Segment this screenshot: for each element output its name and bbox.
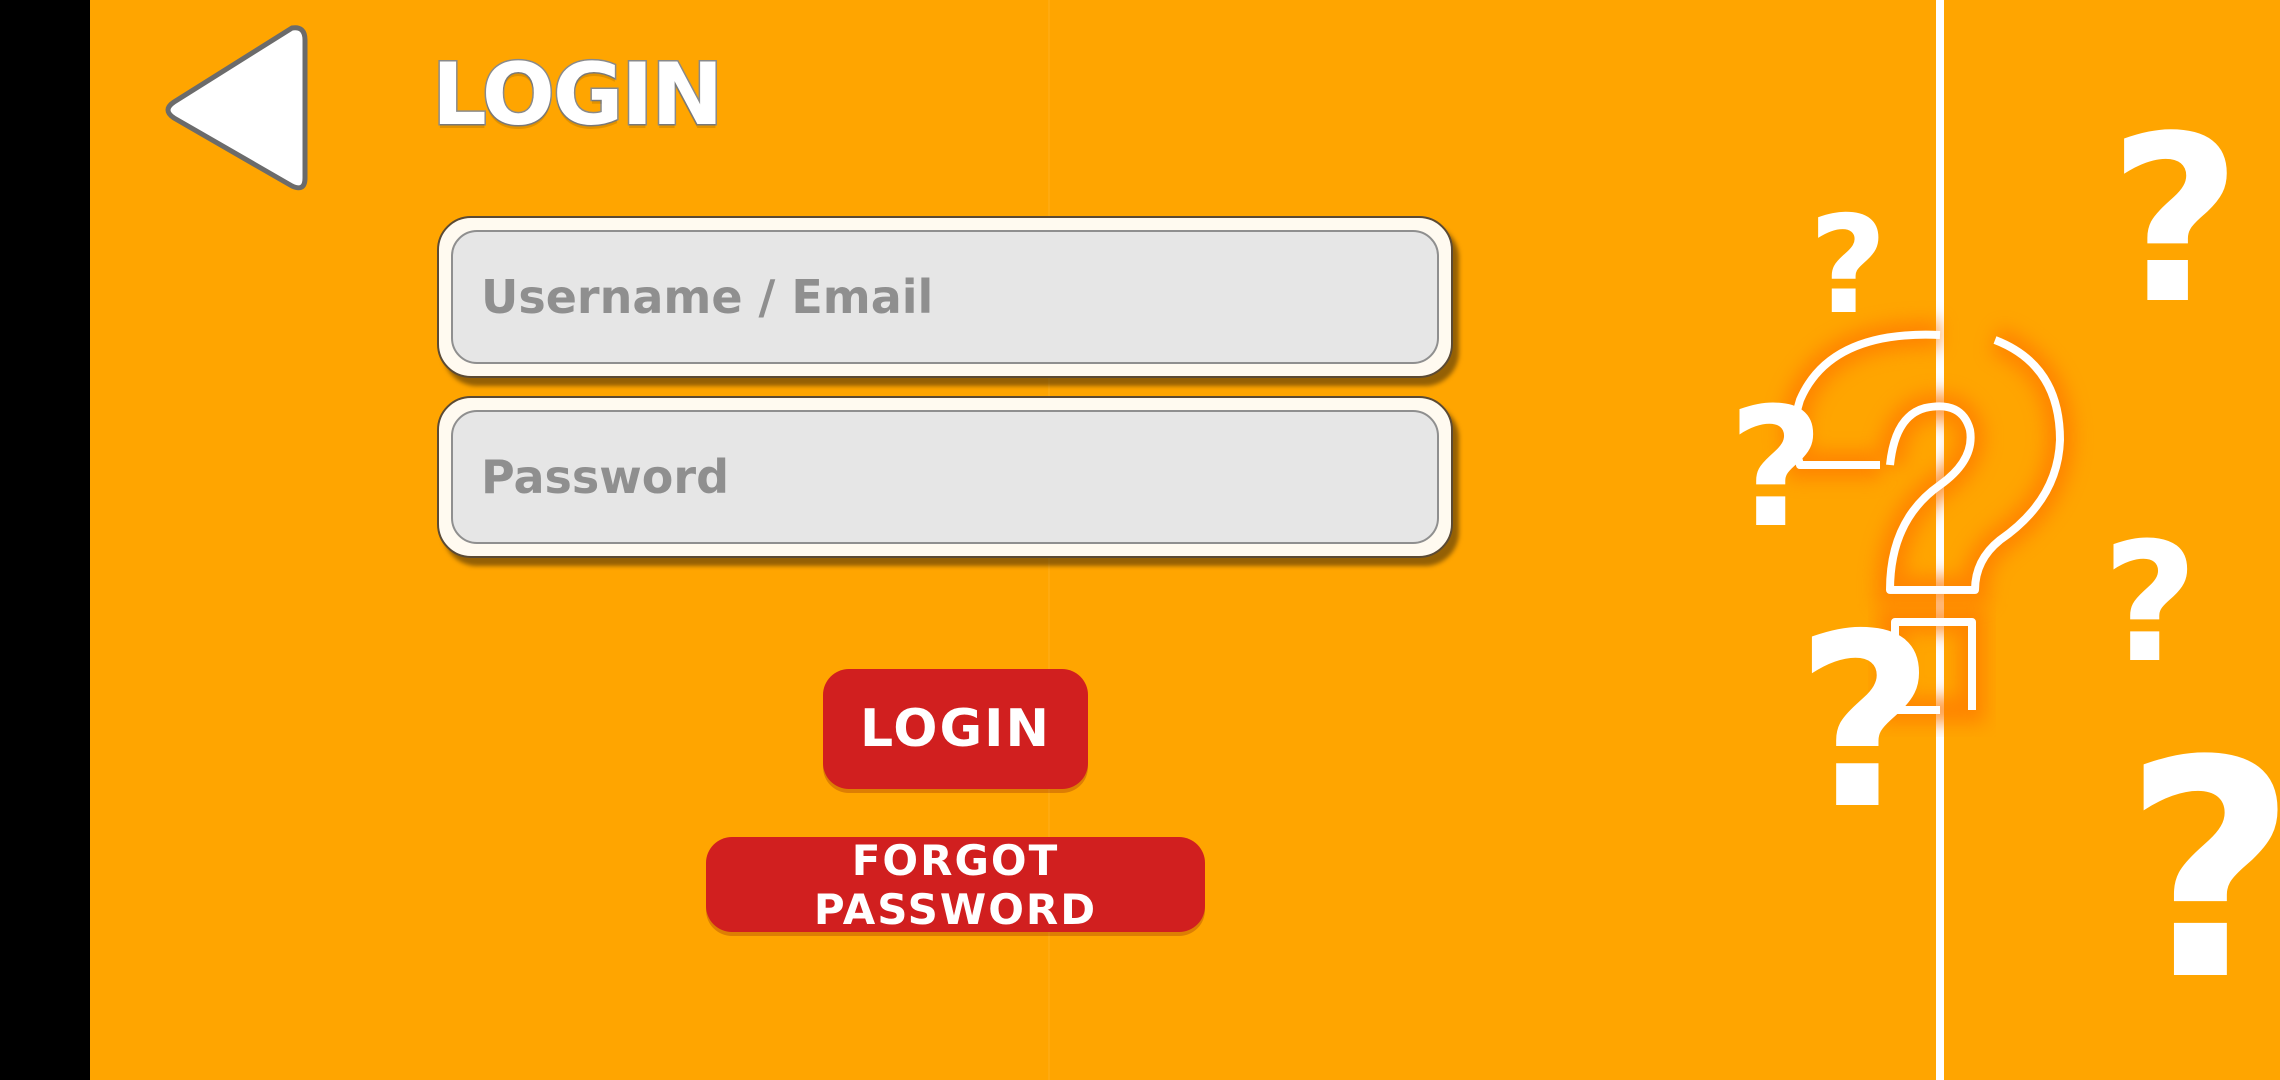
login-stage: LOGIN LOGIN FORGOT PASSWORD <box>90 0 2280 1080</box>
login-button[interactable]: LOGIN <box>823 669 1088 789</box>
question-mark-icon: ? <box>2108 88 2241 355</box>
back-button[interactable] <box>160 18 310 198</box>
question-mark-icon: ? ? ? ? ? ? <box>1728 0 2280 1080</box>
left-black-bar <box>0 0 90 1080</box>
question-mark-decoration: ? ? ? ? ? ? <box>1590 0 2280 1080</box>
question-mark-icon: ? <box>1795 582 1934 862</box>
triangle-back-icon <box>165 25 308 191</box>
question-mark-icon: ? <box>2102 507 2198 699</box>
question-mark-icon: ? <box>2123 697 2280 1046</box>
password-field-frame <box>437 396 1453 558</box>
password-input[interactable] <box>453 412 1437 542</box>
forgot-password-button[interactable]: FORGOT PASSWORD <box>706 836 1205 934</box>
login-screen: LOGIN LOGIN FORGOT PASSWORD <box>0 0 2280 1080</box>
page-title: LOGIN <box>430 45 724 145</box>
question-mark-icon: ? <box>1728 372 1824 564</box>
question-mark-icon: ? <box>1809 187 1887 344</box>
username-field-box <box>451 230 1439 364</box>
password-field-box <box>451 410 1439 544</box>
username-field-frame <box>437 216 1453 378</box>
username-email-input[interactable] <box>453 232 1437 362</box>
